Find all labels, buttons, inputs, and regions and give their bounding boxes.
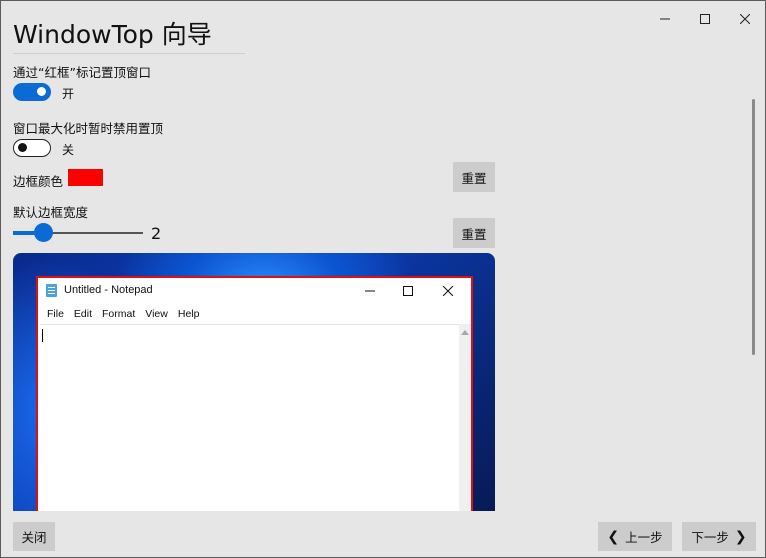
page-title: WindowTop 向导 [13,20,212,49]
preview-desktop: Untitled - Notepad File Edit Format View… [13,253,495,511]
notepad-title: Untitled - Notepad [64,284,153,296]
close-wizard-button[interactable]: 关闭 [13,522,55,551]
notepad-scrollbar [459,324,471,511]
next-step-label: 下一步 [691,530,729,545]
notepad-menu-edit: Edit [73,308,93,320]
notepad-menu-view: View [145,308,168,320]
title-bar-controls [645,7,765,31]
disable-on-maximize-toggle[interactable] [13,139,51,157]
close-wizard-label: 关闭 [21,530,47,545]
notepad-icon [46,284,57,297]
page-scrollbar[interactable] [752,99,755,355]
notepad-menu-help: Help [177,308,200,320]
wizard-window: WindowTop 向导 通过“红框”标记置顶窗口 开 窗口最大化时暂时禁用置顶… [0,0,766,558]
notepad-titlebar: Untitled - Notepad [38,278,471,304]
notepad-menu-file: File [47,308,64,320]
border-width-slider-thumb[interactable] [34,223,53,242]
border-width-reset-button[interactable]: 重置 [453,218,495,248]
preview-notepad-window: Untitled - Notepad File Edit Format View… [36,276,473,511]
chevron-right-icon: ❯ [734,528,747,545]
border-width-label: 默认边框宽度 [13,205,89,220]
minimize-button[interactable] [645,7,685,31]
disable-on-maximize-label: 窗口最大化时暂时禁用置顶 [13,121,164,136]
border-color-label: 边框颜色 [13,174,64,189]
disable-on-maximize-toggle-state: 关 [62,143,75,157]
notepad-menubar: File Edit Format View Help [42,308,204,320]
red-frame-toggle-state: 开 [62,87,75,101]
notepad-editor [40,324,459,511]
scroll-up-arrow-icon [461,330,469,335]
notepad-maximize-icon [393,281,423,301]
close-icon [740,14,750,24]
text-caret [42,329,43,342]
minimize-icon [660,18,670,20]
header-divider [13,53,245,54]
next-step-button[interactable]: 下一步 ❯ [682,522,756,551]
close-button[interactable] [725,7,765,31]
red-frame-toggle[interactable] [13,83,51,101]
notepad-menu-format: Format [102,308,136,320]
border-color-reset-button[interactable]: 重置 [453,162,495,192]
toggle-knob [18,143,27,152]
maximize-button[interactable] [685,7,725,31]
maximize-icon [700,14,710,24]
red-frame-label: 通过“红框”标记置顶窗口 [13,65,151,80]
chevron-left-icon: ❮ [607,528,620,545]
toggle-knob [37,87,46,96]
border-color-swatch[interactable] [68,169,103,186]
border-width-value: 2 [151,224,162,243]
previous-step-label: 上一步 [625,530,663,545]
previous-step-button[interactable]: ❮ 上一步 [598,522,672,551]
notepad-close-icon [433,281,463,301]
notepad-minimize-icon [355,281,385,301]
